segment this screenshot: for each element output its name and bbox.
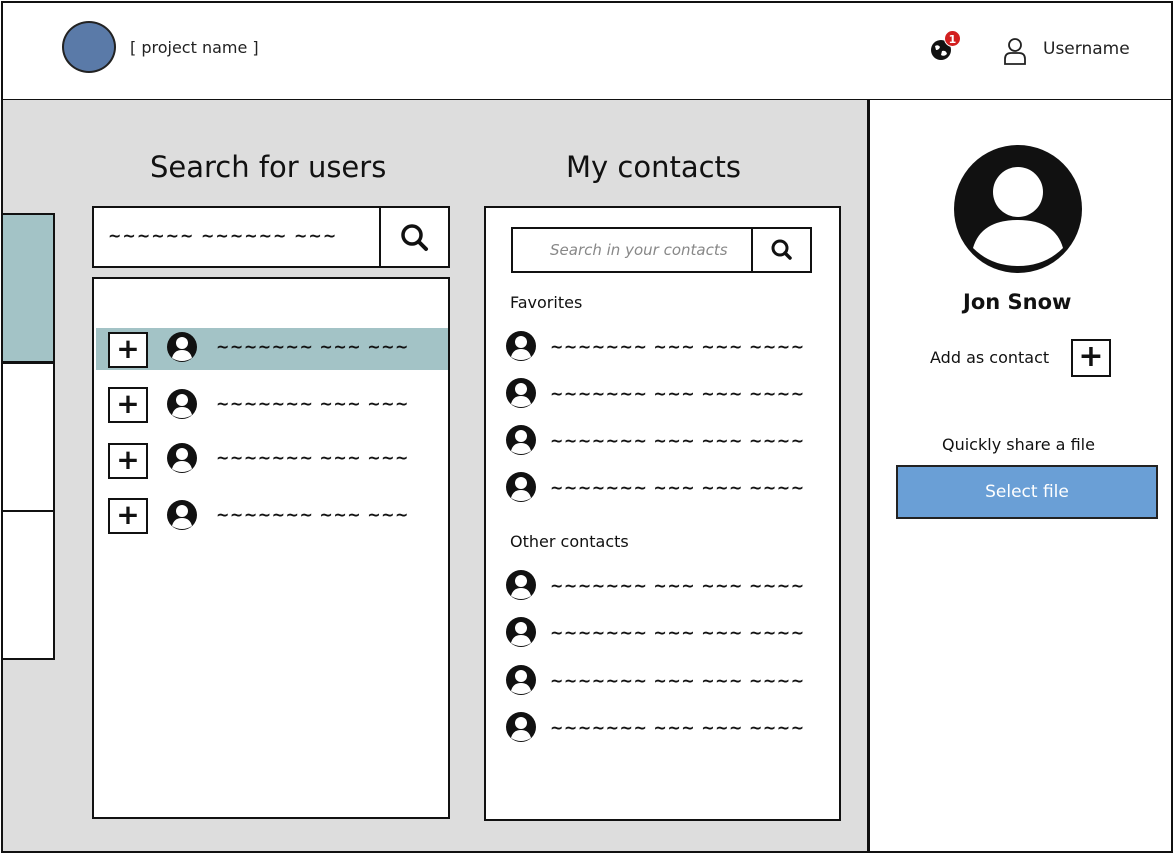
share-file-label: Quickly share a file — [942, 435, 1095, 454]
contact-search-placeholder: Search in your contacts — [550, 241, 728, 259]
notification-badge: 1 — [944, 30, 961, 47]
other-contact-row[interactable]: ~~~~~~~ ~~~ ~~~ ~~~~ — [505, 569, 805, 603]
add-contact-label: Add as contact — [930, 348, 1050, 367]
contact-name: ~~~~~~~ ~~~ ~~~ ~~~~ — [550, 478, 805, 497]
project-name: [ project name ] — [130, 38, 259, 57]
contact-name: ~~~~~~~ ~~~ ~~~ ~~~~ — [550, 718, 805, 737]
other-contact-row[interactable]: ~~~~~~~ ~~~ ~~~ ~~~~ — [505, 664, 805, 698]
user-avatar-icon — [167, 389, 197, 419]
contact-avatar-icon — [506, 570, 536, 600]
side-tab-3[interactable] — [1, 510, 55, 660]
add-contact-button[interactable]: + — [1071, 339, 1111, 377]
project-logo[interactable] — [62, 21, 116, 73]
contact-avatar-icon — [506, 331, 536, 361]
favorite-contact-row[interactable]: ~~~~~~~ ~~~ ~~~ ~~~~ — [505, 471, 805, 505]
contact-name: ~~~~~~~ ~~~ ~~~ ~~~~ — [550, 623, 805, 642]
profile-name: Jon Snow — [963, 290, 1072, 314]
user-search-value: ~~~~~~ ~~~~~~ ~~~ — [108, 226, 338, 245]
contact-avatar-icon — [506, 472, 536, 502]
side-tab-1[interactable] — [1, 213, 55, 363]
other-contact-row[interactable]: ~~~~~~~ ~~~ ~~~ ~~~~ — [505, 711, 805, 745]
contact-name: ~~~~~~~ ~~~ ~~~ ~~~~ — [550, 384, 805, 403]
search-users-title: Search for users — [150, 150, 387, 184]
user-result-name: ~~~~~~~ ~~~ ~~~ — [216, 394, 409, 413]
contact-name: ~~~~~~~ ~~~ ~~~ ~~~~ — [550, 337, 805, 356]
user-avatar-icon — [167, 500, 197, 530]
add-user-button[interactable]: + — [108, 498, 148, 534]
user-icon[interactable] — [1003, 37, 1027, 65]
contact-avatar-icon — [506, 617, 536, 647]
username-label[interactable]: Username — [1043, 39, 1130, 59]
user-avatar-icon — [167, 443, 197, 473]
contact-avatar-icon — [506, 378, 536, 408]
select-file-button[interactable]: Select file — [896, 465, 1158, 519]
add-user-button[interactable]: + — [108, 443, 148, 479]
other-contacts-label: Other contacts — [510, 532, 629, 551]
search-icon — [401, 224, 428, 251]
favorite-contact-row[interactable]: ~~~~~~~ ~~~ ~~~ ~~~~ — [505, 330, 805, 364]
user-search-button[interactable] — [379, 206, 450, 268]
add-user-button[interactable]: + — [108, 332, 148, 368]
contact-avatar-icon — [506, 425, 536, 455]
search-icon — [771, 239, 792, 260]
favorites-label: Favorites — [510, 293, 583, 312]
contact-name: ~~~~~~~ ~~~ ~~~ ~~~~ — [550, 431, 805, 450]
contacts-title: My contacts — [566, 150, 742, 184]
contact-avatar-icon — [506, 712, 536, 742]
user-result-name: ~~~~~~~ ~~~ ~~~ — [216, 337, 409, 356]
side-tab-2[interactable] — [1, 362, 55, 512]
contact-name: ~~~~~~~ ~~~ ~~~ ~~~~ — [550, 671, 805, 690]
contact-search-button[interactable] — [751, 227, 812, 273]
profile-avatar-icon — [954, 145, 1082, 273]
user-result-name: ~~~~~~~ ~~~ ~~~ — [216, 448, 409, 467]
user-avatar-icon — [167, 332, 197, 362]
contact-name: ~~~~~~~ ~~~ ~~~ ~~~~ — [550, 576, 805, 595]
other-contact-row[interactable]: ~~~~~~~ ~~~ ~~~ ~~~~ — [505, 616, 805, 650]
favorite-contact-row[interactable]: ~~~~~~~ ~~~ ~~~ ~~~~ — [505, 424, 805, 458]
add-user-button[interactable]: + — [108, 387, 148, 423]
favorite-contact-row[interactable]: ~~~~~~~ ~~~ ~~~ ~~~~ — [505, 377, 805, 411]
contact-avatar-icon — [506, 665, 536, 695]
user-result-name: ~~~~~~~ ~~~ ~~~ — [216, 505, 409, 524]
